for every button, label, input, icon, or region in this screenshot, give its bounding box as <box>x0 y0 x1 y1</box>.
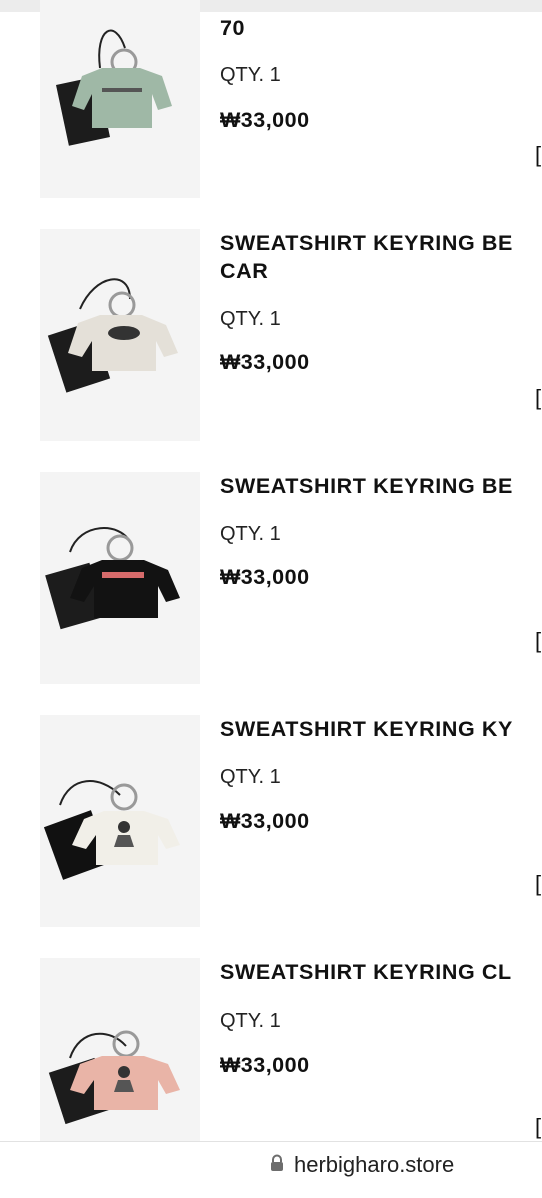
lock-icon <box>270 1152 284 1178</box>
product-thumbnail[interactable] <box>40 715 200 927</box>
product-quantity: QTY. 1 <box>220 1010 281 1032</box>
product-title[interactable]: SWEATSHIRT KEYRING CL <box>220 958 542 986</box>
product-thumbnail[interactable] <box>40 0 200 198</box>
product-quantity: QTY. 1 <box>220 308 281 330</box>
cart-item[interactable]: 70 QTY. 1 ₩33,000 [ <box>0 0 542 228</box>
product-price: ₩33,000 <box>220 809 310 833</box>
product-quantity: QTY. 1 <box>220 766 281 788</box>
cart-item[interactable]: SWEATSHIRT KEYRING KY QTY. 1 ₩33,000 [ <box>0 715 542 955</box>
cart-item[interactable]: SWEATSHIRT KEYRING BE CAR QTY. 1 ₩33,000… <box>0 229 542 469</box>
edit-bracket-button[interactable]: [ <box>535 385 542 411</box>
product-price: ₩33,000 <box>220 1053 310 1077</box>
product-title[interactable]: SWEATSHIRT KEYRING BE CAR <box>220 229 542 285</box>
product-thumbnail[interactable] <box>40 472 200 684</box>
product-title[interactable]: SWEATSHIRT KEYRING KY <box>220 715 542 743</box>
edit-bracket-button[interactable]: [ <box>535 1114 542 1140</box>
url-text[interactable]: herbigharo.store <box>294 1152 454 1178</box>
product-quantity: QTY. 1 <box>220 523 281 545</box>
browser-url-bar[interactable]: herbigharo.store <box>0 1141 542 1187</box>
product-price: ₩33,000 <box>220 565 310 589</box>
product-title[interactable]: SWEATSHIRT KEYRING BE <box>220 472 542 500</box>
product-quantity: QTY. 1 <box>220 64 281 86</box>
product-thumbnail[interactable] <box>40 229 200 441</box>
product-price: ₩33,000 <box>220 350 310 374</box>
product-price: ₩33,000 <box>220 108 310 132</box>
edit-bracket-button[interactable]: [ <box>535 142 542 168</box>
edit-bracket-button[interactable]: [ <box>535 871 542 897</box>
edit-bracket-button[interactable]: [ <box>535 628 542 654</box>
cart-item[interactable]: SWEATSHIRT KEYRING BE QTY. 1 ₩33,000 [ <box>0 472 542 712</box>
product-thumbnail[interactable] <box>40 958 200 1141</box>
product-title[interactable]: 70 <box>220 14 542 42</box>
